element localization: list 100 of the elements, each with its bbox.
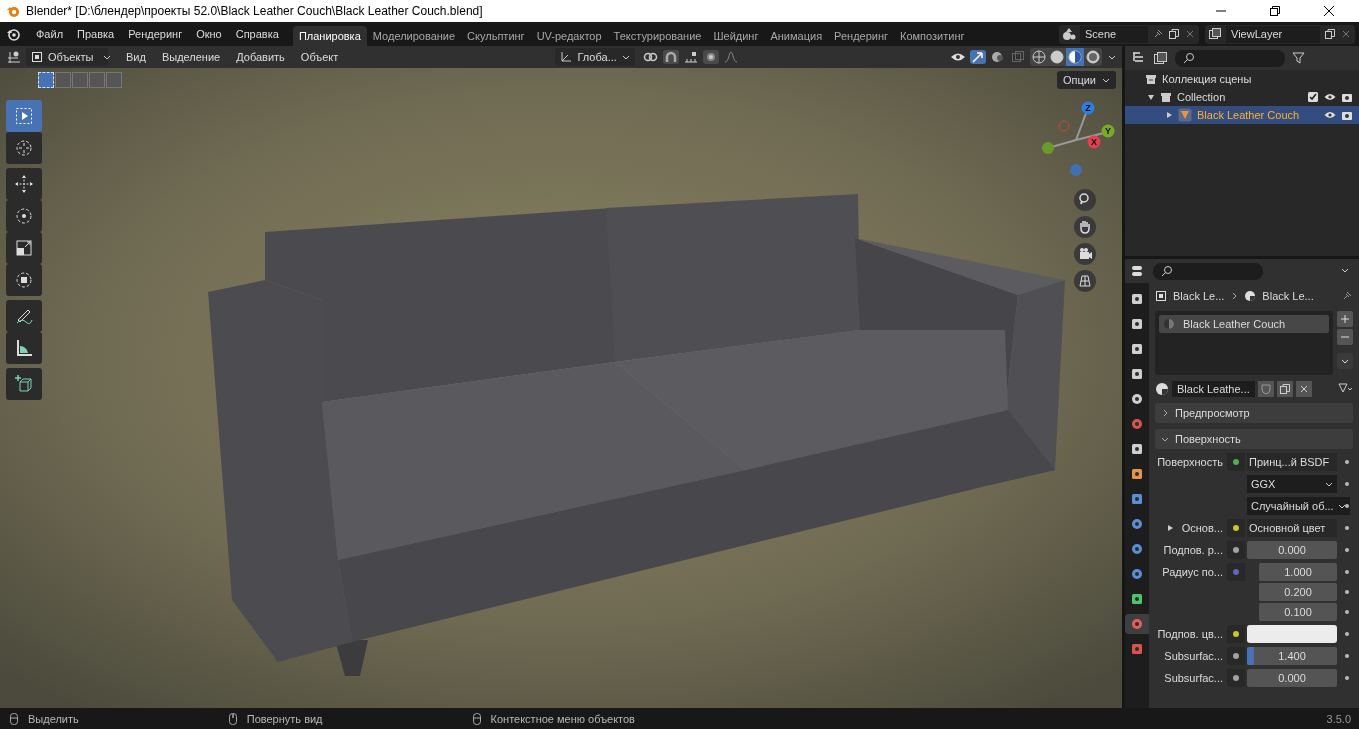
keyframe-dot[interactable] xyxy=(1345,676,1349,680)
tool-button[interactable] xyxy=(6,300,42,332)
scene-name[interactable]: Scene xyxy=(1080,25,1148,43)
material-shading-icon[interactable] xyxy=(1066,48,1084,66)
dropdown[interactable]: Случайный об... xyxy=(1247,497,1350,515)
menu-item[interactable]: Объект xyxy=(294,48,345,66)
snap-grid-icon[interactable] xyxy=(682,50,699,64)
keyframe-dot[interactable] xyxy=(1345,548,1349,552)
panel-header[interactable]: Поверхность xyxy=(1155,429,1353,449)
socket-button[interactable] xyxy=(1227,519,1245,537)
scene-selector[interactable]: Scene xyxy=(1059,24,1199,44)
tool-button[interactable] xyxy=(6,368,42,400)
orientation-dropdown[interactable]: Глоба... xyxy=(555,48,635,66)
menu-item[interactable]: Файл xyxy=(30,25,70,43)
copy-icon[interactable] xyxy=(1276,381,1293,397)
pivot-icon[interactable] xyxy=(642,50,659,64)
workspace-tab[interactable]: Планировка xyxy=(292,26,367,46)
solid-shading-icon[interactable] xyxy=(1048,48,1066,66)
keyframe-dot[interactable] xyxy=(1345,654,1349,658)
rendered-shading-icon[interactable] xyxy=(1084,48,1102,66)
menu-item[interactable]: Выделение xyxy=(155,48,227,66)
blender-logo-icon[interactable] xyxy=(6,27,20,41)
tree-item[interactable]: Black Leather Couch xyxy=(1197,109,1300,121)
shield-icon[interactable] xyxy=(1257,381,1274,397)
axis-gizmo[interactable]: Z Y X xyxy=(1036,100,1116,180)
tool-button[interactable] xyxy=(6,100,42,132)
menu-item[interactable]: Добавить xyxy=(230,48,291,66)
expand-arrow-icon[interactable] xyxy=(1147,93,1155,101)
view-layer-selector[interactable]: ViewLayer xyxy=(1205,24,1355,44)
caret-icon[interactable] xyxy=(1108,53,1116,61)
dropdown[interactable]: GGX xyxy=(1247,475,1337,493)
filter-icon[interactable] xyxy=(1291,51,1307,65)
keyframe-dot[interactable] xyxy=(1345,590,1349,594)
link-field[interactable]: Принц...й BSDF xyxy=(1247,453,1337,471)
keyframe-dot[interactable] xyxy=(1345,632,1349,636)
material-slot[interactable]: Black Leather Couch xyxy=(1159,315,1329,333)
remove-icon[interactable] xyxy=(1337,329,1353,345)
eye-icon[interactable] xyxy=(1324,109,1336,121)
workspace-tab[interactable]: Текстурирование xyxy=(607,26,708,46)
panel-header[interactable]: Предпросмотр xyxy=(1155,403,1353,423)
keyframe-dot[interactable] xyxy=(1345,570,1349,574)
tree-item[interactable]: Коллекция сцены xyxy=(1162,73,1252,85)
tree-item[interactable]: Collection xyxy=(1177,91,1226,103)
number-field[interactable]: 1.000 xyxy=(1259,563,1337,581)
magnet-icon[interactable] xyxy=(662,50,679,64)
workspace-tab[interactable]: Моделирование xyxy=(366,26,462,46)
number-field[interactable]: 0.100 xyxy=(1259,603,1337,621)
checkbox[interactable] xyxy=(1307,91,1319,103)
workspace-tab[interactable]: UV-редактор xyxy=(530,26,608,46)
axes-icon[interactable] xyxy=(6,50,22,64)
camera-icon[interactable] xyxy=(1074,243,1096,265)
keyframe-dot[interactable] xyxy=(1345,526,1349,530)
eye-icon[interactable] xyxy=(1324,91,1336,103)
menu-item[interactable]: Правка xyxy=(71,25,121,43)
camera-icon[interactable] xyxy=(1341,91,1353,103)
workspace-tab[interactable]: Анимация xyxy=(764,26,829,46)
number-field[interactable]: 0.000 xyxy=(1247,541,1337,559)
hand-icon[interactable] xyxy=(1074,216,1096,238)
view-layer-name[interactable]: ViewLayer xyxy=(1226,25,1320,43)
tool-button[interactable] xyxy=(6,332,42,364)
options-dropdown[interactable]: Опции xyxy=(1056,71,1116,89)
expand-arrow-icon[interactable] xyxy=(1165,111,1173,119)
keyframe-dot[interactable] xyxy=(1345,460,1349,464)
link-field[interactable]: Основной цвет xyxy=(1247,519,1337,537)
socket-button[interactable] xyxy=(1227,541,1245,559)
socket-button[interactable] xyxy=(1227,647,1245,665)
workspace-tab[interactable]: Рендеринг xyxy=(828,26,895,46)
camera-icon[interactable] xyxy=(1341,109,1353,121)
zoom-icon[interactable] xyxy=(1074,189,1096,211)
socket-button[interactable] xyxy=(1227,625,1245,643)
slider-field[interactable]: 1.400 xyxy=(1247,647,1337,665)
copy-icon[interactable] xyxy=(1168,28,1180,40)
proportional-icon[interactable] xyxy=(702,50,719,64)
workspace-tab[interactable]: Композитинг xyxy=(894,26,971,46)
pin-icon[interactable] xyxy=(1341,290,1353,302)
number-field[interactable]: 0.200 xyxy=(1259,583,1337,601)
keyframe-dot[interactable] xyxy=(1345,482,1349,486)
close-icon[interactable] xyxy=(1295,381,1312,397)
overlays-icon[interactable] xyxy=(990,50,1006,64)
search-field[interactable] xyxy=(1175,49,1285,67)
workspace-tab[interactable]: Шейдинг xyxy=(707,26,765,46)
keyframe-dot[interactable] xyxy=(1345,610,1349,614)
wireframe-shading-icon[interactable] xyxy=(1030,48,1048,66)
menu-item[interactable]: Справка xyxy=(229,25,285,43)
copy-icon[interactable] xyxy=(1324,28,1336,40)
menu-item[interactable]: Окно xyxy=(190,25,228,43)
maximize-icon[interactable] xyxy=(1269,5,1281,17)
socket-button[interactable] xyxy=(1227,669,1245,687)
caret-icon[interactable] xyxy=(1337,353,1353,369)
search-field[interactable] xyxy=(1153,262,1263,280)
number-field[interactable]: 0.000 xyxy=(1247,669,1337,687)
socket-button[interactable] xyxy=(1227,453,1245,471)
tool-button[interactable] xyxy=(6,264,42,296)
workspace-tab[interactable]: Скульптинг xyxy=(461,26,531,46)
color-swatch[interactable] xyxy=(1247,625,1337,643)
add-icon[interactable] xyxy=(1337,311,1353,327)
material-name-field[interactable]: Black Leathe... xyxy=(1172,381,1255,397)
outliner-row[interactable]: Black Leather Couch xyxy=(1125,106,1359,124)
menu-item[interactable]: Вид xyxy=(120,48,152,66)
expand-arrow-icon[interactable] xyxy=(1165,524,1174,532)
